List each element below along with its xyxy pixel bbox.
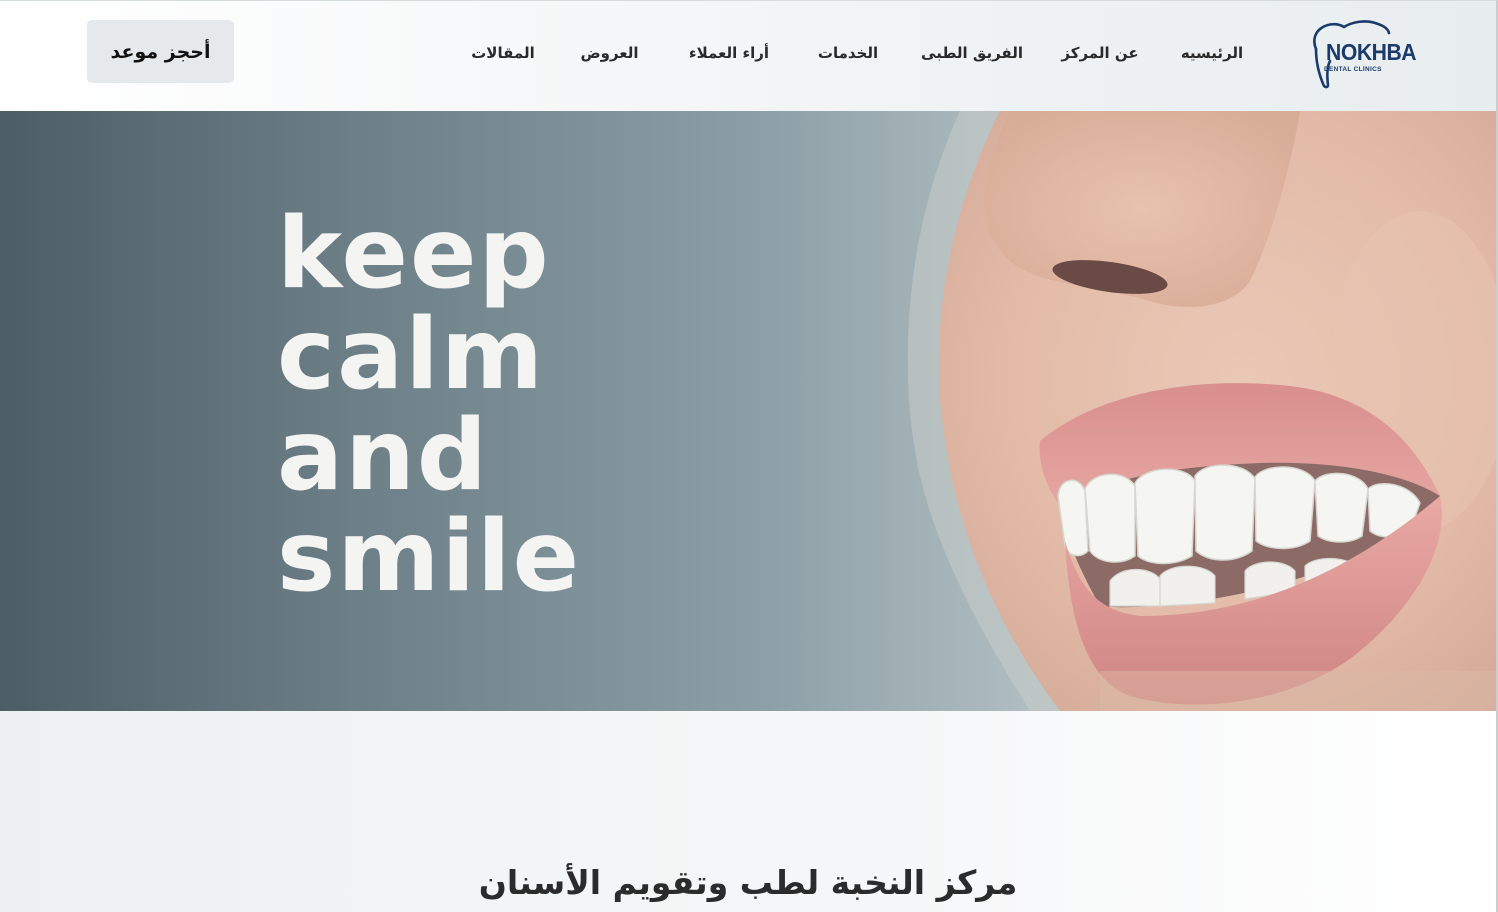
hero-line: smile: [277, 500, 582, 614]
logo-wordmark: NOKHBA: [1326, 39, 1417, 65]
nav-item-medical-team[interactable]: الفريق الطبى: [918, 39, 1026, 67]
hero-headline: keep calm and smile: [277, 204, 581, 608]
section-title: مركز النخبة لطب وتقويم الأسنان: [478, 863, 1018, 902]
nav-item-articles[interactable]: المقالات: [466, 39, 540, 67]
nav-item-testimonials[interactable]: أراء العملاء: [680, 39, 778, 67]
hero-line: calm: [277, 298, 545, 412]
hero-line: keep: [277, 197, 551, 311]
main-nav: الرئيسيه عن المركز الفريق الطبى الخدمات …: [0, 39, 1260, 67]
hero-line: and: [277, 399, 490, 513]
smiling-woman-teeth-photo: [907, 111, 1496, 711]
site-header: أحجز موعد الرئيسيه عن المركز الفريق الطب…: [0, 1, 1496, 111]
brand-logo[interactable]: NOKHBA DENTAL CLINICS: [1306, 19, 1417, 89]
nav-item-about[interactable]: عن المركز: [1059, 39, 1141, 67]
page: أحجز موعد الرئيسيه عن المركز الفريق الطب…: [0, 0, 1498, 912]
hero-banner: keep calm and smile: [0, 111, 1496, 711]
logo-subtitle: DENTAL CLINICS: [1324, 66, 1382, 73]
nav-item-services[interactable]: الخدمات: [812, 39, 884, 67]
nav-item-offers[interactable]: العروض: [573, 39, 646, 67]
nav-item-home[interactable]: الرئيسيه: [1174, 39, 1250, 67]
